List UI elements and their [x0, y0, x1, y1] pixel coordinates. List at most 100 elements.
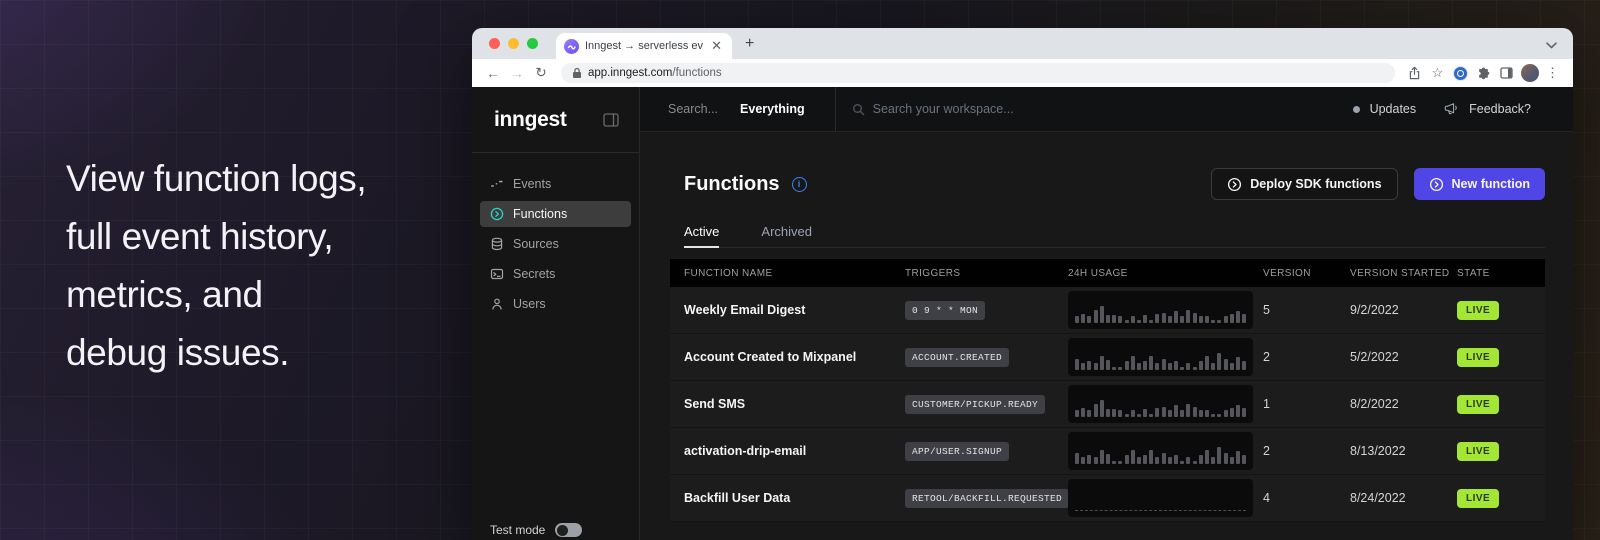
table-row[interactable]: Backfill User Data RETOOL/BACKFILL.REQUES…: [670, 475, 1545, 522]
usage-bar: [1186, 310, 1190, 323]
window-controls[interactable]: [489, 38, 538, 49]
sidebar-item-secrets[interactable]: Secrets: [480, 261, 631, 287]
url-text: app.inngest.com/functions: [588, 67, 722, 79]
table-row[interactable]: Account Created to MixpanelACCOUNT.CREAT…: [670, 334, 1545, 381]
circle-arrow-icon: [1429, 177, 1444, 192]
usage-sparkline: [1068, 432, 1253, 470]
browser-tab[interactable]: Inngest → serverless event-dri ✕: [556, 33, 732, 59]
usage-bar: [1230, 408, 1234, 417]
test-mode-toggle[interactable]: [555, 523, 582, 537]
new-tab-button[interactable]: +: [745, 36, 754, 52]
usage-bar: [1168, 363, 1172, 370]
usage-bar: [1118, 367, 1122, 370]
version-started-cell: 8/24/2022: [1350, 491, 1457, 505]
version-cell: 2: [1263, 350, 1350, 364]
usage-bar: [1230, 314, 1234, 323]
usage-bar: [1094, 310, 1098, 323]
usage-bar: [1236, 405, 1240, 417]
sidebar-item-users[interactable]: Users: [480, 291, 631, 317]
users-icon: [490, 297, 504, 311]
events-icon: [490, 177, 504, 191]
state-badge: LIVE: [1457, 348, 1499, 367]
feedback-link[interactable]: Feedback?: [1444, 102, 1531, 116]
usage-bar: [1118, 410, 1122, 417]
usage-bar: [1106, 315, 1110, 323]
usage-cell: [1068, 385, 1263, 423]
usage-bar: [1186, 457, 1190, 464]
sidebar-item-sources[interactable]: Sources: [480, 231, 631, 257]
function-name-cell: Backfill User Data: [684, 489, 905, 507]
usage-bar: [1118, 461, 1122, 464]
version-started-cell: 8/13/2022: [1350, 444, 1457, 458]
maximize-window-button[interactable]: [527, 38, 538, 49]
sidebar-item-events[interactable]: Events: [480, 171, 631, 197]
usage-bar: [1125, 455, 1129, 464]
trigger-badge: CUSTOMER/PICKUP.READY: [905, 395, 1045, 414]
usage-bar: [1211, 414, 1215, 417]
state-badge: LIVE: [1457, 442, 1499, 461]
function-name-cell: Account Created to Mixpanel: [684, 348, 905, 366]
function-name[interactable]: Weekly Email Digest: [684, 303, 805, 317]
usage-bar: [1081, 457, 1085, 464]
close-window-button[interactable]: [489, 38, 500, 49]
table-row[interactable]: Weekly Email Digest0 9 * * MON59/2/2022L…: [670, 287, 1545, 334]
usage-bar: [1217, 320, 1221, 323]
function-name[interactable]: activation-drip-email: [684, 444, 806, 458]
side-panel-icon[interactable]: [1495, 67, 1518, 79]
tab-active[interactable]: Active: [684, 224, 719, 247]
usage-bar: [1100, 356, 1104, 370]
browser-menu-icon[interactable]: ⋮: [1541, 65, 1564, 81]
usage-bar: [1224, 410, 1228, 417]
trigger-cell: RETOOL/BACKFILL.REQUESTED: [905, 488, 1068, 508]
sidebar-item-functions[interactable]: Functions: [480, 201, 631, 227]
tab-archived[interactable]: Archived: [761, 224, 812, 247]
extensions-puzzle-icon[interactable]: [1472, 67, 1495, 80]
back-icon[interactable]: ←: [481, 66, 505, 81]
tab-title: Inngest → serverless event-dri: [585, 40, 703, 52]
browser-tab-strip: Inngest → serverless event-dri ✕ +: [472, 28, 1573, 59]
usage-bar: [1143, 315, 1147, 323]
url-bar[interactable]: app.inngest.com/functions: [561, 63, 1395, 83]
tab-close-icon[interactable]: ✕: [709, 38, 724, 54]
forward-icon[interactable]: →: [505, 66, 529, 81]
function-name[interactable]: Send SMS: [684, 397, 745, 411]
usage-bar: [1143, 409, 1147, 417]
usage-bar: [1217, 447, 1221, 464]
usage-bar: [1174, 361, 1178, 370]
minimize-window-button[interactable]: [508, 38, 519, 49]
password-manager-extension-icon[interactable]: [1449, 66, 1472, 81]
new-function-button[interactable]: New function: [1414, 168, 1545, 200]
reload-icon[interactable]: ↻: [529, 65, 553, 81]
sidebar-item-label: Functions: [513, 207, 567, 221]
function-name[interactable]: Backfill User Data: [684, 491, 790, 505]
table-row[interactable]: activation-drip-emailAPP/USER.SIGNUP28/1…: [670, 428, 1545, 475]
bookmark-star-icon[interactable]: ☆: [1426, 65, 1449, 81]
divider: [835, 87, 836, 132]
collapse-sidebar-icon[interactable]: [603, 113, 619, 127]
usage-bar: [1131, 410, 1135, 417]
search-scope[interactable]: Everything: [740, 102, 805, 116]
usage-bar: [1230, 457, 1234, 464]
info-icon[interactable]: i: [792, 177, 807, 192]
avatar[interactable]: [1518, 64, 1541, 82]
test-mode-label: Test mode: [490, 523, 545, 537]
chevron-down-icon[interactable]: [1546, 36, 1557, 54]
share-icon[interactable]: [1403, 66, 1426, 80]
table-row[interactable]: Send SMSCUSTOMER/PICKUP.READY18/2/2022LI…: [670, 381, 1545, 428]
search-label[interactable]: Search...: [668, 102, 718, 116]
usage-bar: [1087, 455, 1091, 464]
usage-bar: [1149, 450, 1153, 464]
deploy-sdk-functions-button[interactable]: Deploy SDK functions: [1211, 168, 1397, 200]
function-name[interactable]: Account Created to Mixpanel: [684, 350, 856, 364]
usage-sparkline: [1068, 338, 1253, 376]
usage-bar: [1155, 408, 1159, 417]
headline-line: full event history,: [66, 208, 366, 266]
usage-bar: [1199, 361, 1203, 370]
usage-bar: [1193, 407, 1197, 417]
state-cell: LIVE: [1457, 347, 1531, 367]
updates-link[interactable]: Updates: [1353, 102, 1417, 116]
usage-bar: [1081, 408, 1085, 417]
headline-line: View function logs,: [66, 150, 366, 208]
workspace-search-input[interactable]: Search your workspace...: [873, 102, 1014, 116]
sidebar-item-label: Sources: [513, 237, 559, 251]
